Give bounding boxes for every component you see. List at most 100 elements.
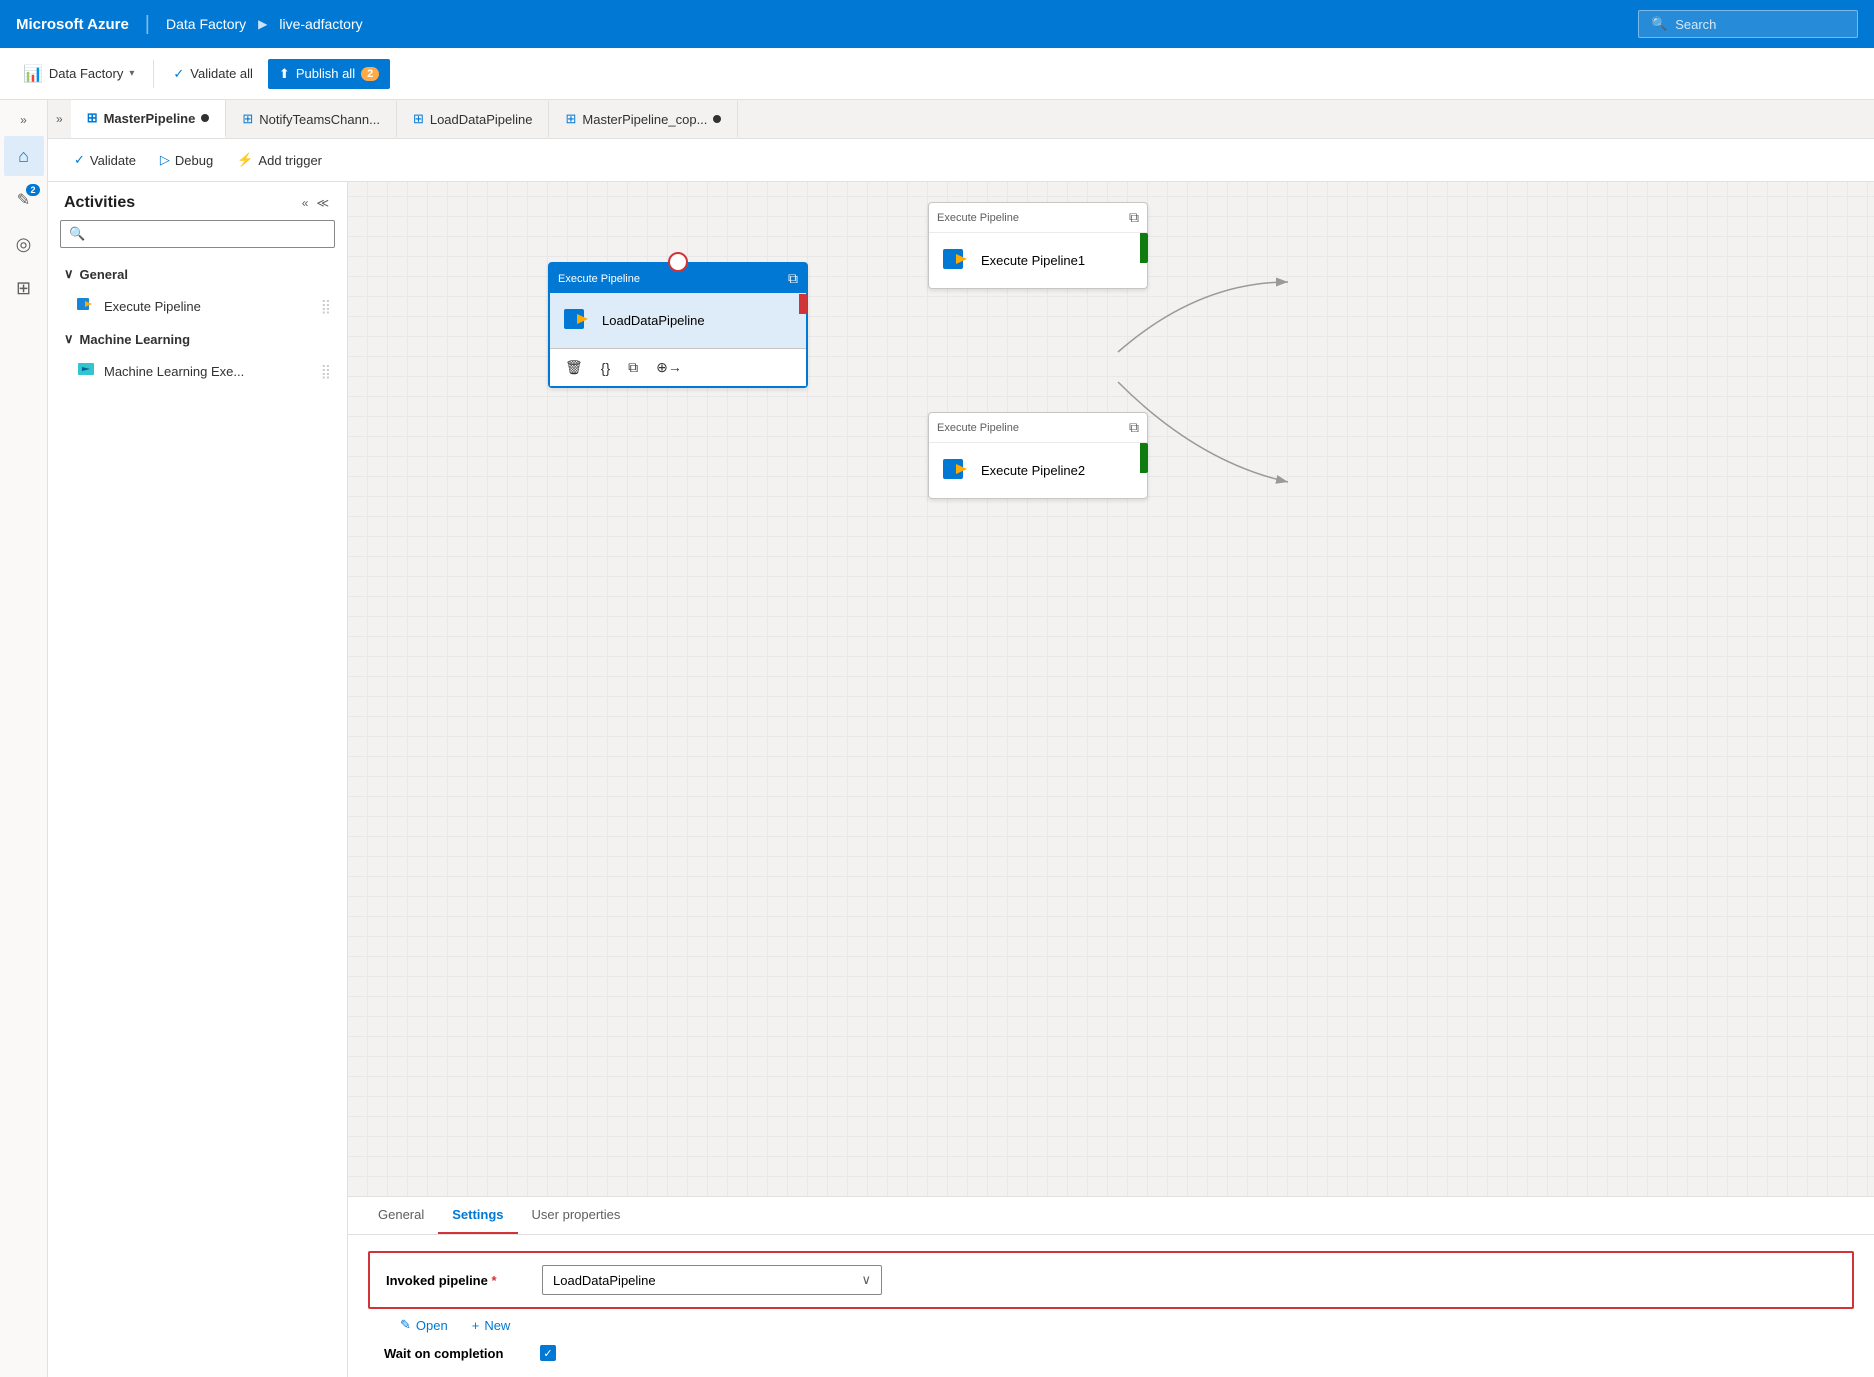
brand-label: Microsoft Azure bbox=[16, 16, 129, 33]
dropdown-chevron-icon: ∨ bbox=[861, 1272, 871, 1288]
open-link[interactable]: ✎ Open bbox=[400, 1317, 448, 1333]
main-layout: » ⌂ ✎ 2 ◎ ⊞ » ⊞ MasterPipeline ⊞ NotifyT… bbox=[0, 100, 1874, 1377]
execute-pipeline-item[interactable]: Execute Pipeline ⣿ bbox=[48, 288, 347, 325]
tabs-bar: » ⊞ MasterPipeline ⊞ NotifyTeamsChann...… bbox=[48, 100, 1874, 139]
activities-search-input[interactable]: Execute pipeline bbox=[91, 227, 326, 242]
node-icon-2 bbox=[941, 453, 973, 488]
add-trigger-label: Add trigger bbox=[258, 153, 322, 168]
data-factory-icon: 📊 bbox=[23, 64, 43, 84]
activities-panel: Activities « ≪ 🔍 Execute pipeline ∨ Gene… bbox=[48, 182, 348, 1377]
validate-icon: ✓ bbox=[173, 66, 184, 82]
editor-layout: Activities « ≪ 🔍 Execute pipeline ∨ Gene… bbox=[48, 182, 1874, 1377]
tab-load-data[interactable]: ⊞ LoadDataPipeline bbox=[397, 101, 550, 137]
tab-master-pipeline[interactable]: ⊞ MasterPipeline bbox=[71, 100, 227, 138]
node-status-green-2 bbox=[1140, 443, 1148, 473]
tab-load-label: LoadDataPipeline bbox=[430, 112, 533, 127]
node-external-link-2[interactable]: ⧉ bbox=[1129, 419, 1139, 436]
tab-notify-label: NotifyTeamsChann... bbox=[259, 112, 380, 127]
validate-all-button[interactable]: ✓ Validate all bbox=[162, 59, 264, 89]
tab-general[interactable]: General bbox=[364, 1197, 438, 1234]
ml-execute-item[interactable]: Machine Learning Exe... ⣿ bbox=[48, 353, 347, 390]
execute-pipeline-label: Execute Pipeline bbox=[104, 299, 201, 314]
data-factory-button[interactable]: 📊 Data Factory ▾ bbox=[12, 57, 145, 91]
activities-header: Activities « ≪ bbox=[48, 182, 347, 220]
collapse-btn[interactable]: « bbox=[300, 194, 311, 212]
validate-check-icon: ✓ bbox=[74, 152, 85, 168]
wait-completion-checkbox[interactable]: ✓ bbox=[540, 1345, 556, 1361]
node-body-1: Execute Pipeline1 bbox=[929, 233, 1147, 288]
tabs-expand-btn[interactable]: » bbox=[48, 112, 71, 126]
search-box[interactable]: 🔍 bbox=[1638, 10, 1858, 38]
main-toolbar: 📊 Data Factory ▾ ✓ Validate all ⬆ Publis… bbox=[0, 48, 1874, 100]
new-plus-icon: + bbox=[472, 1318, 480, 1333]
sidebar-toolbox-btn[interactable]: ⊞ bbox=[4, 268, 44, 308]
content-area: » ⊞ MasterPipeline ⊞ NotifyTeamsChann...… bbox=[48, 100, 1874, 1377]
top-nav: Microsoft Azure | Data Factory ▶ live-ad… bbox=[0, 0, 1874, 48]
node-status-red bbox=[799, 294, 807, 314]
ml-execute-label: Machine Learning Exe... bbox=[104, 364, 244, 379]
tab-user-properties-label: User properties bbox=[532, 1207, 621, 1222]
validate-button[interactable]: ✓ Validate bbox=[64, 147, 146, 173]
node-icon-1 bbox=[941, 243, 973, 278]
node-header-label-1: Execute Pipeline bbox=[937, 212, 1019, 224]
factory-name[interactable]: Data Factory bbox=[166, 16, 246, 32]
node-toolbar-main: 🗑 {} ⧉ ⊕→ bbox=[550, 348, 806, 386]
node-external-link-main[interactable]: ⧉ bbox=[788, 270, 798, 287]
publish-all-label: Publish all bbox=[296, 66, 355, 81]
tab-master-pipeline-copy[interactable]: ⊞ MasterPipeline_cop... bbox=[549, 101, 738, 137]
validate-all-label: Validate all bbox=[190, 66, 253, 81]
ml-drag-handle-icon: ⣿ bbox=[321, 363, 331, 380]
node-connect-btn[interactable]: ⊕→ bbox=[649, 355, 689, 380]
expand-btn[interactable]: ≪ bbox=[314, 194, 331, 212]
tab-notify-teams[interactable]: ⊞ NotifyTeamsChann... bbox=[226, 101, 397, 137]
edit-badge: 2 bbox=[26, 184, 39, 196]
tab-settings[interactable]: Settings bbox=[438, 1197, 517, 1234]
general-section-header[interactable]: ∨ General bbox=[48, 260, 347, 288]
canvas-viewport[interactable]: Execute Pipeline ⧉ LoadDataPipeline bbox=[348, 182, 1874, 1196]
tab-dot-1 bbox=[201, 114, 209, 122]
tab-load-icon: ⊞ bbox=[413, 111, 424, 127]
wait-completion-label: Wait on completion bbox=[384, 1346, 524, 1361]
ml-chevron-icon: ∨ bbox=[64, 331, 74, 347]
node-header-label-2: Execute Pipeline bbox=[937, 422, 1019, 434]
tab-pipeline-icon: ⊞ bbox=[87, 110, 98, 126]
node-copy-btn[interactable]: ⧉ bbox=[621, 355, 645, 380]
node-body-main: LoadDataPipeline bbox=[550, 293, 806, 348]
node-external-link-1[interactable]: ⧉ bbox=[1129, 209, 1139, 226]
tab-general-label: General bbox=[378, 1207, 424, 1222]
node-label-1: Execute Pipeline1 bbox=[981, 253, 1085, 268]
activities-search-icon: 🔍 bbox=[69, 226, 85, 242]
debug-button[interactable]: ▷ Debug bbox=[150, 147, 223, 173]
tab-user-properties[interactable]: User properties bbox=[518, 1197, 635, 1234]
activities-list: ∨ General Execute Pipeline ⣿ bbox=[48, 256, 347, 394]
sidebar-icons: » ⌂ ✎ 2 ◎ ⊞ bbox=[0, 100, 48, 1377]
general-section-label: General bbox=[80, 267, 128, 282]
tab-master-pipeline-label: MasterPipeline bbox=[104, 111, 196, 126]
publish-all-button[interactable]: ⬆ Publish all 2 bbox=[268, 59, 390, 89]
node-delete-btn[interactable]: 🗑 bbox=[558, 355, 590, 380]
node-label-2: Execute Pipeline2 bbox=[981, 463, 1085, 478]
activities-header-buttons: « ≪ bbox=[300, 194, 331, 212]
new-link[interactable]: + New bbox=[472, 1318, 511, 1333]
tab-copy-label: MasterPipeline_cop... bbox=[582, 112, 707, 127]
node-code-btn[interactable]: {} bbox=[594, 355, 617, 380]
sidebar-edit-btn[interactable]: ✎ 2 bbox=[4, 180, 44, 220]
search-input[interactable] bbox=[1675, 17, 1845, 32]
sidebar-home-btn[interactable]: ⌂ bbox=[4, 136, 44, 176]
open-label: Open bbox=[416, 1318, 448, 1333]
execute-pipeline-icon bbox=[76, 294, 96, 319]
sidebar-expand-btn[interactable]: » bbox=[4, 108, 44, 132]
ml-section-header[interactable]: ∨ Machine Learning bbox=[48, 325, 347, 353]
wait-completion-row: Wait on completion ✓ bbox=[368, 1345, 1854, 1361]
node-header-2: Execute Pipeline ⧉ bbox=[929, 413, 1147, 443]
sidebar-monitor-btn[interactable]: ◎ bbox=[4, 224, 44, 264]
activities-search-box[interactable]: 🔍 Execute pipeline bbox=[60, 220, 335, 248]
nav-separator: | bbox=[145, 13, 150, 36]
node-handle bbox=[668, 252, 688, 272]
execute-pipeline-main-node[interactable]: Execute Pipeline ⧉ LoadDataPipeline bbox=[548, 262, 808, 388]
add-trigger-button[interactable]: ⚡ Add trigger bbox=[227, 147, 332, 173]
invoked-pipeline-dropdown[interactable]: LoadDataPipeline ∨ bbox=[542, 1265, 882, 1295]
activities-title: Activities bbox=[64, 194, 135, 212]
execute-pipeline-node-2[interactable]: Execute Pipeline ⧉ Execute Pipeline2 bbox=[928, 412, 1148, 499]
execute-pipeline-node-1[interactable]: Execute Pipeline ⧉ Execute Pipeline1 bbox=[928, 202, 1148, 289]
